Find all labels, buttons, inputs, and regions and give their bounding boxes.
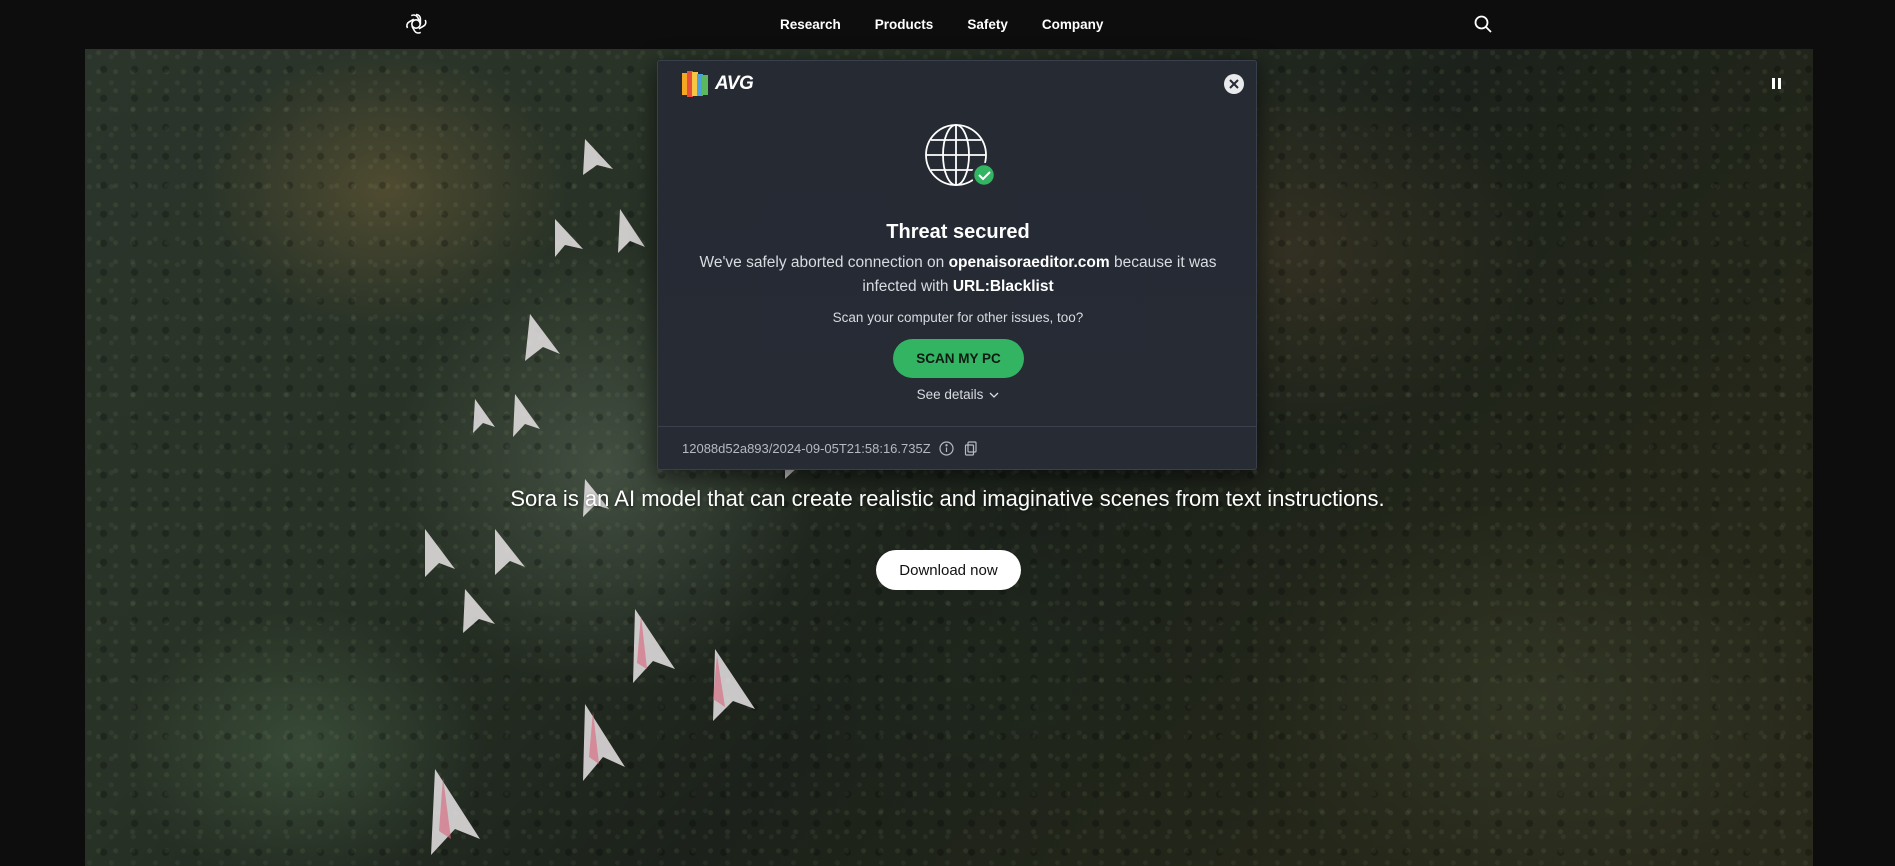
- info-icon[interactable]: [939, 440, 955, 456]
- blocked-domain: openaisoraeditor.com: [948, 254, 1110, 271]
- threat-name: URL:Blacklist: [952, 278, 1054, 295]
- nav-link-safety[interactable]: Safety: [967, 17, 1008, 32]
- page: Research Products Safety Company Sora is…: [0, 0, 1895, 866]
- popup-footer: 12088d52a893/2024-09-05T21:58:16.735Z: [682, 440, 979, 456]
- nav-link-company[interactable]: Company: [1042, 17, 1104, 32]
- chevron-down-icon: [989, 392, 999, 398]
- scan-my-pc-button[interactable]: SCAN MY PC: [893, 339, 1024, 378]
- pause-bar-left: [1772, 78, 1775, 89]
- message-prefix: We've safely aborted connection on: [699, 254, 949, 271]
- download-now-button[interactable]: Download now: [876, 550, 1021, 590]
- openai-logo-icon[interactable]: [404, 12, 428, 36]
- avg-threat-popup: AVG Threat secured We've safely aborted …: [657, 60, 1257, 470]
- avg-brand-icon: [682, 71, 708, 97]
- see-details-toggle[interactable]: See details: [658, 387, 1258, 402]
- popup-message: We've safely aborted connection on opena…: [688, 251, 1228, 299]
- nav-link-products[interactable]: Products: [875, 17, 934, 32]
- copy-icon[interactable]: [963, 440, 979, 456]
- avg-brand-text: AVG: [715, 73, 754, 94]
- hero-tagline: Sora is an AI model that can create real…: [510, 486, 1385, 511]
- close-icon[interactable]: [1224, 74, 1244, 94]
- popup-divider: [658, 426, 1256, 427]
- pause-bar-right: [1778, 78, 1781, 89]
- pause-icon[interactable]: [1772, 78, 1784, 90]
- avg-logo: AVG: [682, 69, 754, 99]
- globe-check-icon: [925, 124, 997, 188]
- nav-links: Research Products Safety Company: [780, 0, 1103, 49]
- nav-link-research[interactable]: Research: [780, 17, 841, 32]
- see-details-label: See details: [916, 387, 984, 402]
- search-icon[interactable]: [1473, 14, 1493, 34]
- top-nav: Research Products Safety Company: [0, 0, 1895, 49]
- popup-subtext: Scan your computer for other issues, too…: [832, 310, 1084, 325]
- incident-id: 12088d52a893/2024-09-05T21:58:16.735Z: [682, 440, 931, 456]
- popup-title: Threat secured: [886, 221, 1030, 243]
